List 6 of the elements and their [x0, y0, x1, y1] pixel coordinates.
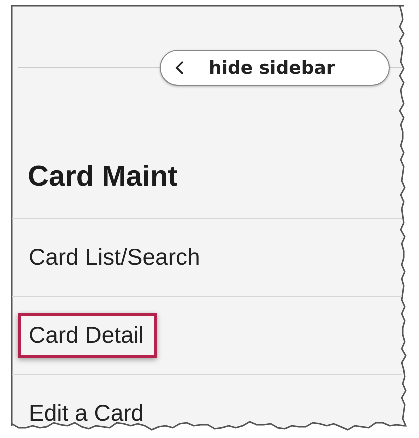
- menu-item[interactable]: Edit a Card: [18, 391, 158, 436]
- hide-sidebar-button[interactable]: hide sidebar: [160, 50, 390, 86]
- section-title: Card Maint: [28, 160, 179, 195]
- menu-item[interactable]: Card Detail: [18, 313, 158, 358]
- menu-item[interactable]: Card List/Search: [18, 235, 214, 280]
- chevron-left-icon: [175, 60, 185, 76]
